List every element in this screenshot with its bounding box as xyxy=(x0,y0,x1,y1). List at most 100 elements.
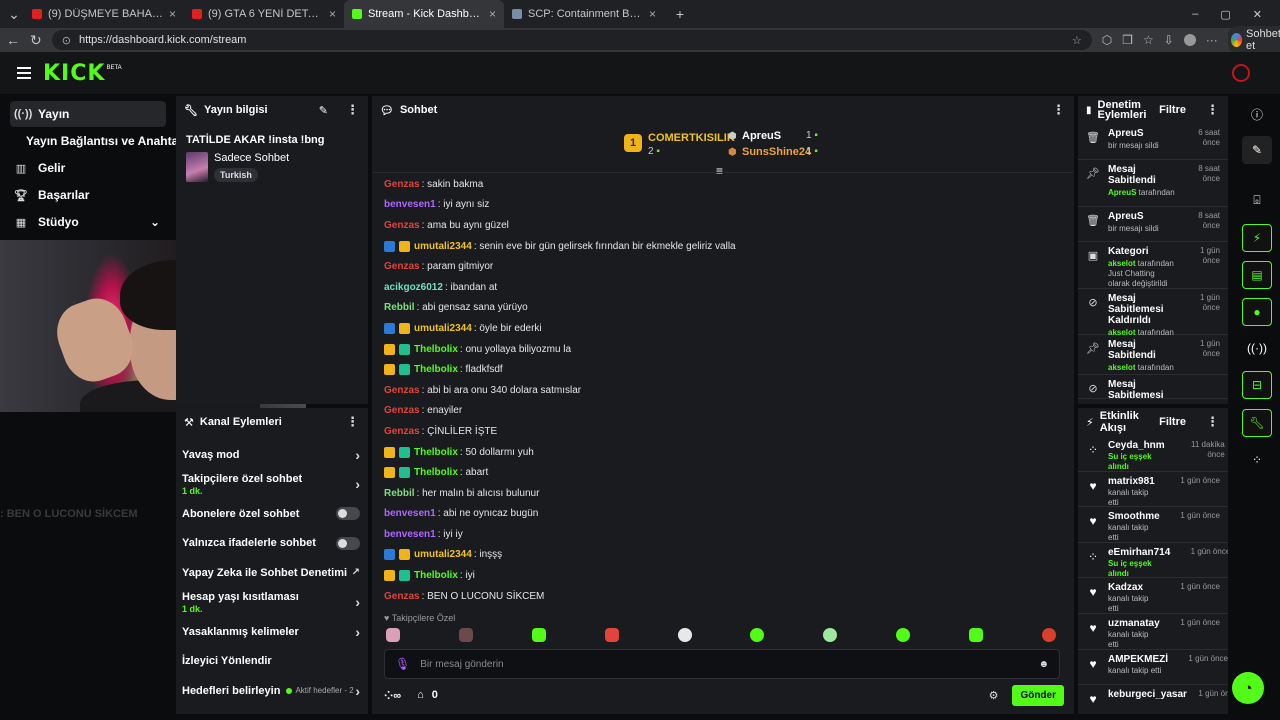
activity-user[interactable]: eEmirhan714 xyxy=(1108,547,1170,559)
more-options-icon[interactable]: ⋮ xyxy=(346,414,359,430)
moderation-item[interactable]: 🗑︎ ApreuS bir mesajı sildi 6 saat önce xyxy=(1078,124,1228,160)
settings-gear-icon[interactable]: ⚙ xyxy=(989,689,999,702)
activity-item[interactable]: ♥ uzmanatay kanalı takip etti 1 gün önce xyxy=(1078,614,1228,650)
chat-username[interactable]: Genzas xyxy=(384,591,420,602)
collections-icon[interactable]: ❒ xyxy=(1122,33,1133,47)
clip-icon[interactable]: ⌻ xyxy=(1242,186,1272,214)
leader-first-name[interactable]: COMERTKISILIK xyxy=(648,132,735,144)
close-window-icon[interactable]: ✕ xyxy=(1253,8,1262,21)
chat-username[interactable]: Genzas xyxy=(384,385,420,396)
edit-icon[interactable]: ✎ xyxy=(319,104,328,117)
chat-username[interactable]: Genzas xyxy=(384,405,420,416)
emoji-icon[interactable]: ☻ xyxy=(1038,659,1049,670)
browser-tab-2[interactable]: (9) GTA 6 YENİ DETAYLAR SIZDI! Y × xyxy=(184,0,344,28)
chat-username[interactable]: Rebbil xyxy=(384,302,415,313)
raid-row[interactable]: İzleyici Yönlendir xyxy=(176,647,368,677)
close-icon[interactable]: × xyxy=(329,7,336,21)
chat-username[interactable]: Genzas xyxy=(384,220,420,231)
more-options-icon[interactable]: ⋮ xyxy=(1052,102,1065,118)
followers-only-row[interactable]: Takipçilere özel sohbet 1 dk. › xyxy=(176,470,368,500)
notes-icon[interactable]: ▤ xyxy=(1242,261,1272,289)
emote-item[interactable] xyxy=(458,628,473,642)
tools-icon[interactable]: 🔧︎ xyxy=(1242,409,1272,437)
activity-user[interactable]: keburgeci_yasar xyxy=(1108,689,1187,701)
emote-only-toggle[interactable] xyxy=(336,536,360,550)
chat-username[interactable]: benvesen1 xyxy=(384,529,436,540)
emote-item[interactable] xyxy=(604,628,619,642)
activity-item[interactable]: ♥ Smoothme kanalı takip etti 1 gün önce xyxy=(1078,507,1228,543)
moderation-item[interactable]: 📌︎ Mesaj Sabitlendi ApreuS tarafından 8 saa… xyxy=(1078,160,1228,207)
downloads-icon[interactable]: ⇩ xyxy=(1164,33,1174,47)
moderator-name[interactable]: akselot xyxy=(1108,259,1136,268)
close-icon[interactable]: × xyxy=(169,7,176,21)
sidebar-item-stream-key[interactable]: Yayın Bağlantısı ve Anahtarı xyxy=(10,128,186,154)
kick-logo[interactable]: KICK xyxy=(43,61,105,86)
activity-user[interactable]: Ceyda_hnm xyxy=(1108,440,1165,452)
activity-user[interactable]: uzmanatay xyxy=(1108,618,1160,630)
filter-button[interactable]: Filtre xyxy=(1159,104,1186,116)
info-icon[interactable]: ⓘ xyxy=(1242,100,1272,128)
sidebar-item-studyo[interactable]: ▦ Stüdyo ⌄ xyxy=(10,209,166,235)
ai-moderation-row[interactable]: Yapay Zeka ile Sohbet Denetimi ↗ xyxy=(176,558,368,588)
channel-points-icon[interactable]: ⁘∞ xyxy=(384,689,401,702)
new-tab-icon[interactable]: + xyxy=(672,6,688,22)
chat-username[interactable]: umutali2344 xyxy=(414,549,472,560)
emote-item[interactable] xyxy=(896,628,911,642)
activity-item[interactable]: ⁘ Ceyda_hnm Su iç eşşek alındı 11 dakika ön… xyxy=(1078,436,1228,472)
close-icon[interactable]: × xyxy=(649,7,656,21)
moderation-item[interactable]: 📌︎ Mesaj Sabitlendi akselot tarafından 1 gü… xyxy=(1078,335,1228,375)
avatar[interactable] xyxy=(1183,34,1196,46)
sidebar-item-gelir[interactable]: ▥ Gelir xyxy=(10,155,166,181)
emote-item[interactable] xyxy=(750,628,765,642)
chat-username[interactable]: Thelbolix xyxy=(414,570,458,581)
copilot-button[interactable]: Sohbet et xyxy=(1227,26,1280,54)
moderator-name[interactable]: ApreuS xyxy=(1108,188,1136,197)
leader-third-name[interactable]: SunsShine24 xyxy=(742,146,811,158)
close-icon[interactable]: × xyxy=(489,7,496,21)
slow-mode-row[interactable]: Yavaş mod › xyxy=(176,440,368,470)
chat-username[interactable]: umutali2344 xyxy=(414,323,472,334)
chat-username[interactable]: Thelbolix xyxy=(414,447,458,458)
site-info-icon[interactable]: ⊙ xyxy=(62,34,71,47)
broadcast-signal-icon[interactable]: ((·)) xyxy=(1242,334,1272,362)
moderator-name[interactable]: akselot xyxy=(1108,328,1136,337)
maximize-icon[interactable]: ▢ xyxy=(1220,8,1230,21)
points-icon[interactable]: ⁘ xyxy=(1242,446,1272,474)
moderation-item[interactable]: ⊘ Mesaj Sabitlemesi Kaldırıldı akselot tar… xyxy=(1078,289,1228,337)
edit-stream-icon[interactable]: ✎ xyxy=(1242,136,1272,164)
emote-item[interactable] xyxy=(969,628,983,642)
chat-username[interactable]: benvesen1 xyxy=(384,199,436,210)
sidebar-item-basarilar[interactable]: 🏆︎ Başarılar xyxy=(10,182,166,208)
activity-user[interactable]: matrix981 xyxy=(1108,476,1160,488)
moderation-item[interactable]: ▣ Kategori akselot tarafından Just Chattin… xyxy=(1078,242,1228,289)
leader-second-name[interactable]: ApreuS xyxy=(742,130,781,142)
more-options-icon[interactable]: ⋮ xyxy=(1206,102,1219,118)
account-age-row[interactable]: Hesap yaşı kısıtlaması 1 dk. › xyxy=(176,588,368,618)
chat-username[interactable]: Rebbil xyxy=(384,488,415,499)
bookmark-icon[interactable]: ☆ xyxy=(1072,34,1082,47)
user-menu-avatar[interactable] xyxy=(1232,64,1250,82)
more-options-icon[interactable]: ⋮ xyxy=(1206,414,1219,430)
store-icon[interactable]: ⌂ xyxy=(417,689,424,701)
moderation-item[interactable]: ⊘ Mesaj Sabitlemesi xyxy=(1078,375,1228,401)
goals-row[interactable]: Hedefleri belirleyin Aktif hedefler - 2 … xyxy=(176,676,368,706)
chat-username[interactable]: umutali2344 xyxy=(414,241,472,252)
url-field[interactable]: ⊙ https://dashboard.kick.com/stream ☆ xyxy=(51,30,1092,50)
activity-item[interactable]: ♥ matrix981 kanalı takip etti 1 gün önce xyxy=(1078,472,1228,508)
chat-username[interactable]: benvesen1 xyxy=(384,508,436,519)
chat-username[interactable]: Genzas xyxy=(384,426,420,437)
subscribers-only-toggle[interactable] xyxy=(336,507,360,521)
activity-user[interactable]: Smoothme xyxy=(1108,511,1160,523)
chat-username[interactable]: acikgoz6012 xyxy=(384,282,443,293)
extension-icon[interactable]: ⬡ xyxy=(1102,33,1112,47)
send-button[interactable]: Gönder xyxy=(1012,684,1064,706)
lightning-icon[interactable]: ⚡︎ xyxy=(1242,224,1272,252)
browser-tab-1[interactable]: (9) DÜŞMEYE BAHANE ARAMAK | × xyxy=(24,0,184,28)
back-icon[interactable]: ← xyxy=(6,32,20,48)
moderator-name[interactable]: akselot xyxy=(1108,363,1136,372)
activity-item[interactable]: ♥ AMPEKMEZİ kanalı takip etti 1 gün önce xyxy=(1078,650,1228,686)
browser-tab-3[interactable]: Stream - Kick Dashboard × xyxy=(344,0,504,28)
activity-item[interactable]: ♥ Kadzax kanalı takip etti 1 gün önce xyxy=(1078,578,1228,614)
minimize-icon[interactable]: – xyxy=(1192,8,1198,21)
reload-icon[interactable]: ↻ xyxy=(30,32,42,49)
